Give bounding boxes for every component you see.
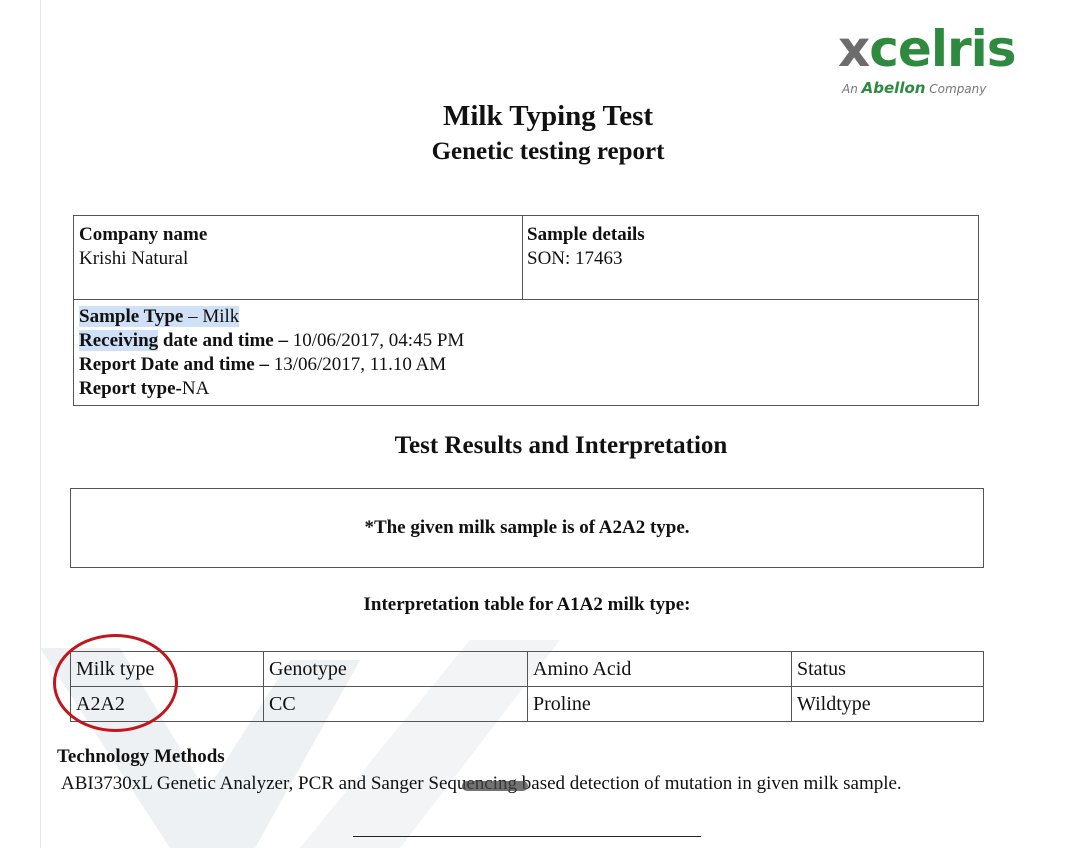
sample-type-value: – Milk <box>183 306 240 327</box>
interpretation-table-title: Interpretation table for A1A2 milk type: <box>363 594 691 615</box>
result-statement-box: *The given milk sample is of A2A2 type. <box>70 488 984 568</box>
cell-genotype: CC <box>263 686 528 722</box>
red-annotation-circle <box>53 634 178 732</box>
report-type-line: Report type-NA <box>79 377 464 401</box>
company-cell: Company name Krishi Natural <box>79 223 207 271</box>
signature-line <box>353 836 701 837</box>
sample-type-label: Sample Type <box>79 306 184 327</box>
receiving-label: date and time – <box>158 330 293 351</box>
sample-info-table: Company name Krishi Natural Sample detai… <box>73 215 979 406</box>
header-status: Status <box>791 651 984 687</box>
sample-meta-lines: Sample Type – Milk Receiving date and ti… <box>79 305 464 401</box>
table-header-row: Milk type Genotype Amino Acid Status <box>70 651 984 687</box>
results-section-title: Test Results and Interpretation <box>394 432 728 459</box>
report-date-line: Report Date and time – 13/06/2017, 11.10… <box>79 353 464 377</box>
interpretation-table: Milk type Genotype Amino Acid Status A2A… <box>70 651 984 722</box>
logo-wordmark: xcelris <box>838 20 1017 78</box>
report-title: Milk Typing Test <box>442 100 654 132</box>
report-subtitle: Genetic testing report <box>431 138 665 165</box>
sample-details-label: Sample details <box>527 224 645 245</box>
header-genotype: Genotype <box>263 651 528 687</box>
receiving-line: Receiving date and time – 10/06/2017, 04… <box>79 329 464 353</box>
xcelris-logo: xcelris An Abellon Company <box>838 24 1017 100</box>
table-row: A2A2 CC Proline Wildtype <box>70 686 984 722</box>
logo-tagline: An Abellon Company <box>842 79 987 97</box>
technology-methods-title: Technology Methods <box>57 746 225 767</box>
company-value: Krishi Natural <box>79 248 189 269</box>
receiving-value: 10/06/2017, 04:45 PM <box>292 330 465 351</box>
report-date-value: 13/06/2017, 11.10 AM <box>273 354 447 375</box>
info-column-divider <box>522 216 523 299</box>
ink-smudge <box>462 781 528 791</box>
company-label: Company name <box>79 224 208 245</box>
sample-details-cell: Sample details SON: 17463 <box>527 223 645 271</box>
info-top-row <box>74 216 978 300</box>
result-statement: *The given milk sample is of A2A2 type. <box>364 517 690 538</box>
header-amino-acid: Amino Acid <box>527 651 792 687</box>
report-type-value: NA <box>181 378 210 399</box>
cell-status: Wildtype <box>791 686 984 722</box>
report-type-label: Report type- <box>79 378 182 399</box>
cell-amino-acid: Proline <box>527 686 792 722</box>
receiving-label-highlight: Receiving <box>79 330 159 351</box>
sample-details-value: SON: 17463 <box>527 248 623 269</box>
sample-type-line: Sample Type – Milk <box>79 305 464 329</box>
report-date-label: Report Date and time – <box>79 354 274 375</box>
